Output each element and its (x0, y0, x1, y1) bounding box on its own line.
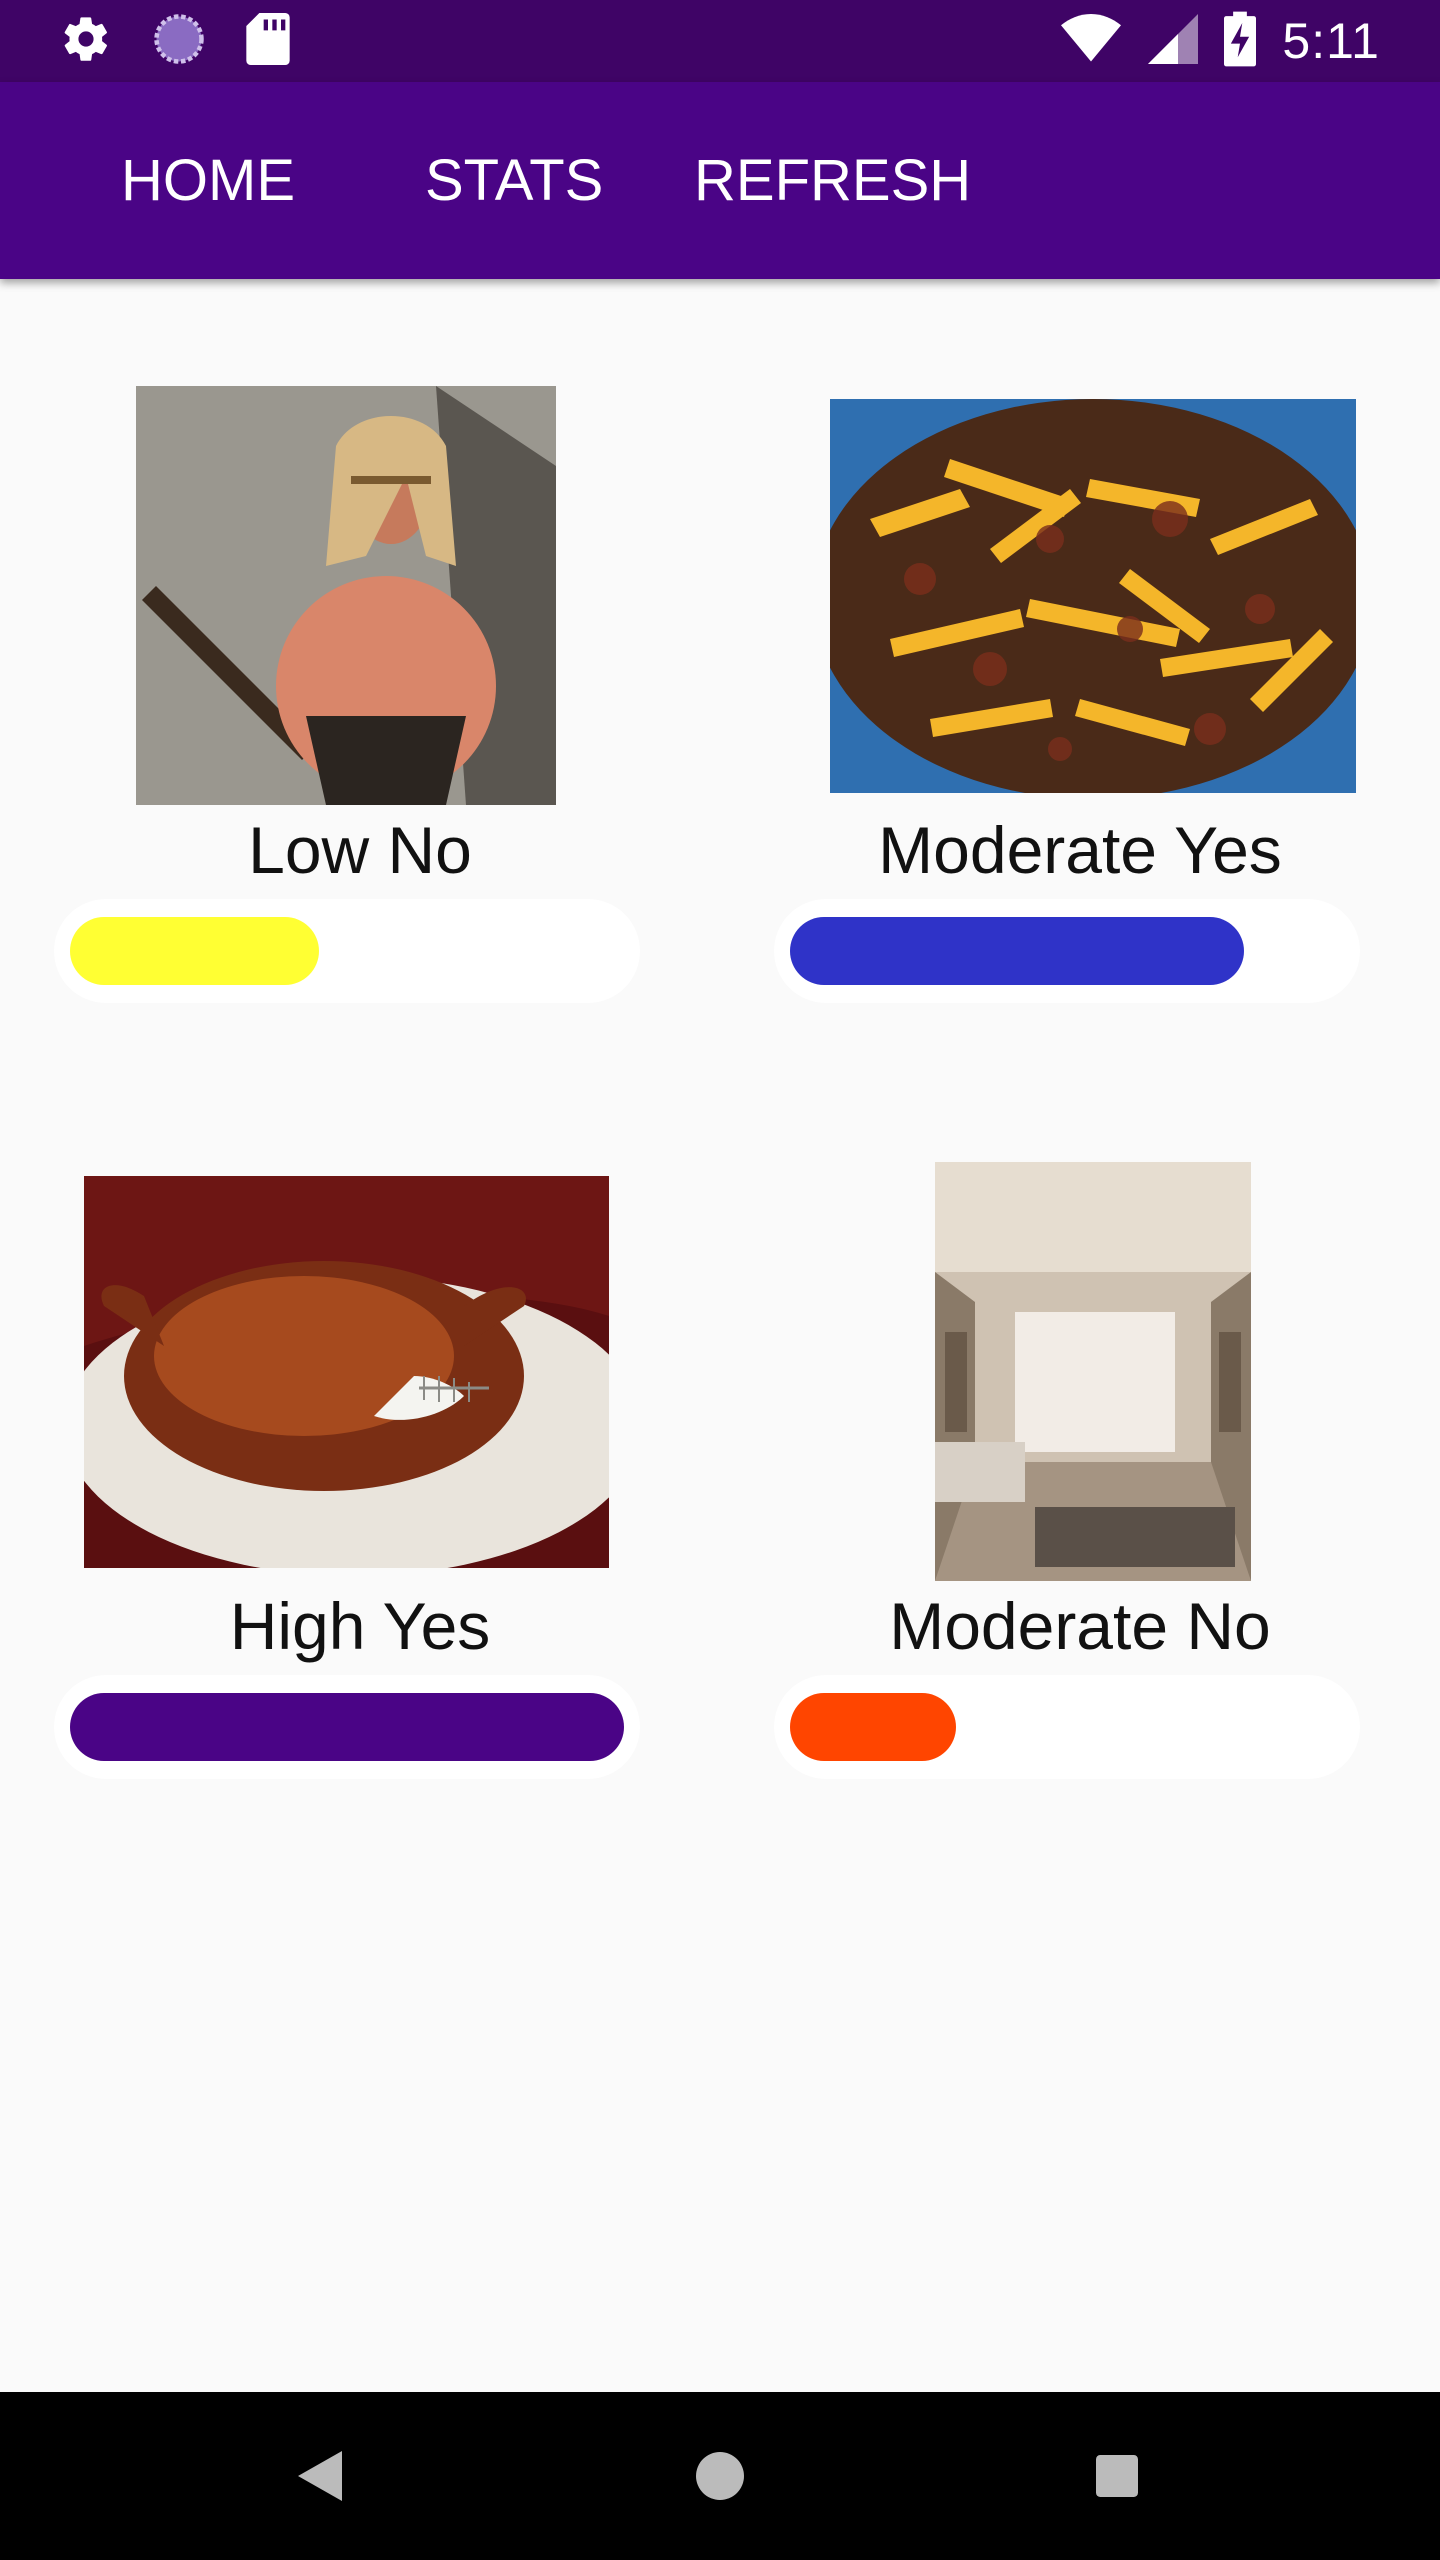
item-label: High Yes (229, 1589, 491, 1663)
item-card[interactable]: Moderate Yes (720, 279, 1440, 1039)
items-grid: Low No Moderate Yes High Yes Moderate No (0, 279, 1440, 2392)
item-card[interactable]: Low No (0, 279, 720, 1039)
level-bar (54, 899, 640, 1003)
sync-icon (152, 12, 206, 70)
signal-icon (1148, 14, 1199, 68)
battery-charging-icon (1224, 11, 1257, 71)
back-icon[interactable] (260, 2392, 380, 2560)
level-fill (790, 1693, 956, 1761)
tab-refresh[interactable]: REFRESH (694, 82, 971, 279)
system-nav-bar (0, 2392, 1440, 2560)
recents-icon[interactable] (1057, 2392, 1177, 2560)
sd-card-icon (246, 13, 290, 69)
barbarian-photo (136, 386, 556, 805)
level-bar (54, 1675, 640, 1779)
settings-icon (60, 13, 112, 69)
level-fill (790, 917, 1244, 985)
roast-turkey-photo (84, 1176, 609, 1568)
tab-home[interactable]: HOME (121, 82, 295, 279)
living-room-photo (935, 1162, 1251, 1581)
level-bar (774, 899, 1360, 1003)
item-card[interactable]: High Yes (0, 1055, 720, 1815)
level-bar (774, 1675, 1360, 1779)
wifi-icon (1060, 14, 1122, 68)
item-card[interactable]: Moderate No (720, 1055, 1440, 1815)
item-label: Low No (248, 813, 472, 887)
level-fill (70, 917, 319, 985)
home-icon[interactable] (660, 2392, 780, 2560)
status-bar: 5:11 (0, 0, 1440, 82)
loaded-fries-photo (830, 399, 1356, 793)
level-fill (70, 1693, 624, 1761)
app-bar: HOME STATS REFRESH (0, 82, 1440, 279)
item-label: Moderate No (889, 1589, 1271, 1663)
status-time: 5:11 (1282, 13, 1380, 69)
tab-stats[interactable]: STATS (425, 82, 603, 279)
item-label: Moderate Yes (878, 813, 1282, 887)
